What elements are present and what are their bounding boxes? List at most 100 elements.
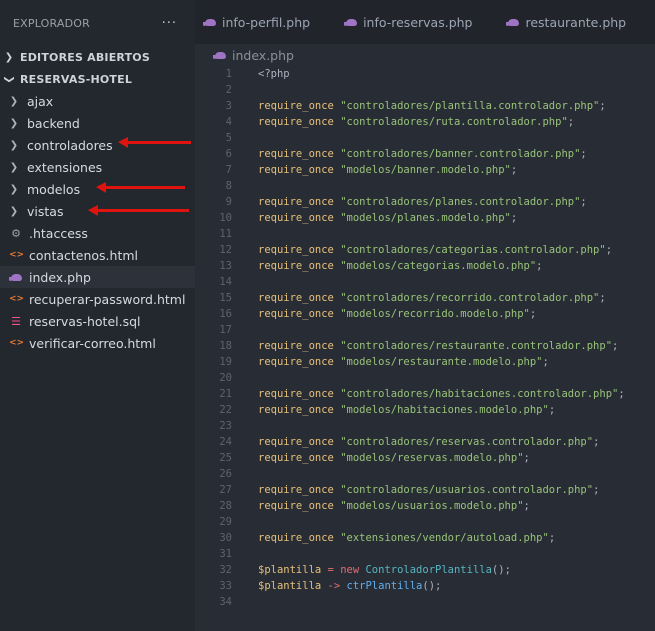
- chevron-right-icon: ❯: [9, 139, 19, 151]
- line-number: 25: [219, 452, 232, 464]
- code-token: require_once: [258, 452, 334, 464]
- code-token: "controladores/recorrido.controlador.php…: [340, 292, 600, 304]
- tree-item-label: .htaccess: [29, 225, 88, 241]
- code-token: require_once: [258, 500, 334, 512]
- chevron-right-icon: ❯: [9, 161, 19, 173]
- code-text: require_once "controladores/usuarios.con…: [258, 482, 599, 498]
- php-icon: [203, 18, 216, 26]
- line-number: 19: [219, 356, 232, 368]
- code-token: "controladores/reservas.controlador.php": [340, 436, 594, 448]
- line-number: 23: [219, 420, 232, 432]
- editor-area: info-perfil.php info-reservas.php restau…: [195, 0, 655, 631]
- line-number: 1: [225, 68, 232, 80]
- code-text: require_once "controladores/categorias.c…: [258, 242, 612, 258]
- line-number: 16: [219, 308, 232, 320]
- line-number: 5: [225, 132, 232, 144]
- line-number: 15: [219, 292, 232, 304]
- code-token: ;: [593, 436, 600, 448]
- code-line: 31: [195, 546, 655, 562]
- code-token: $plantilla: [258, 564, 322, 576]
- code-line: 22 require_once "modelos/habitaciones.mod…: [195, 402, 655, 418]
- file-item[interactable]: <> verificar-correo.html: [0, 332, 195, 354]
- folder-item[interactable]: ❯ ajax: [0, 90, 195, 112]
- code-line: 15 require_once "controladores/recorrido.…: [195, 290, 655, 306]
- more-actions-icon[interactable]: ···: [162, 16, 177, 31]
- tab-label: info-reservas.php: [363, 14, 473, 30]
- file-item[interactable]: ☰ reservas-hotel.sql: [0, 310, 195, 332]
- project-label: RESERVAS-HOTEL: [20, 72, 133, 86]
- code-token: ;: [605, 244, 613, 256]
- file-item[interactable]: <> contactenos.html: [0, 244, 195, 266]
- tab-label: info-perfil.php: [222, 14, 311, 30]
- line-number: 21: [219, 388, 232, 400]
- php-icon: [344, 18, 358, 26]
- line-number: 13: [219, 260, 232, 272]
- tab-restaurante[interactable]: restaurante.php: [506, 15, 626, 30]
- folder-item[interactable]: ❯ backend: [0, 112, 195, 134]
- folder-item[interactable]: ❯ extensiones: [0, 156, 195, 178]
- tree-item-label: verificar-correo.html: [29, 335, 156, 351]
- project-section[interactable]: ❯ RESERVAS-HOTEL: [0, 68, 195, 90]
- line-number: 31: [219, 548, 232, 560]
- code-text: require_once "modelos/banner.modelo.php"…: [258, 162, 517, 178]
- code-text: $plantilla = new ControladorPlantilla();: [258, 562, 511, 578]
- line-number: 30: [219, 532, 232, 544]
- code-text: require_once "controladores/reservas.con…: [258, 434, 599, 450]
- line-number: 20: [219, 372, 232, 384]
- code-token: require_once: [258, 260, 334, 272]
- code-text: require_once "modelos/usuarios.modelo.ph…: [258, 498, 530, 514]
- code-token: require_once: [258, 404, 334, 416]
- code-token: ctrPlantilla: [346, 580, 423, 592]
- line-number: 3: [225, 100, 232, 112]
- code-line: 29: [195, 514, 655, 530]
- code-token: require_once: [258, 196, 334, 208]
- code-line: 1 <?php: [195, 66, 655, 82]
- code-text: require_once "modelos/restaurante.modelo…: [258, 354, 549, 370]
- tree-item-label: recuperar-password.html: [29, 291, 186, 307]
- breadcrumb[interactable]: index.php: [195, 44, 655, 66]
- tab-info-perfil[interactable]: info-perfil.php: [203, 14, 311, 30]
- tree-item-label: contactenos.html: [29, 247, 138, 263]
- line-number: 24: [219, 436, 232, 448]
- code-text: require_once "controladores/restaurante.…: [258, 338, 618, 354]
- folder-item[interactable]: ❯ controladores: [0, 134, 195, 156]
- code-line: 4 require_once "controladores/ruta.contro…: [195, 114, 655, 130]
- chevron-right-icon: ❯: [9, 205, 19, 217]
- code-text: require_once "modelos/categorias.modelo.…: [258, 258, 542, 274]
- annotation-arrow-modelos: [96, 182, 185, 193]
- code-token: new: [340, 564, 366, 576]
- code-token: ;: [536, 260, 543, 272]
- code-line: 11: [195, 226, 655, 242]
- code-token: "extensiones/vendor/autoload.php": [340, 532, 549, 544]
- code-token: ;: [612, 340, 619, 352]
- line-number: 34: [219, 596, 232, 608]
- code-token: require_once: [258, 308, 334, 320]
- code-text: require_once "controladores/habitaciones…: [258, 386, 625, 402]
- code-line: 32 $plantilla = new ControladorPlantilla(…: [195, 562, 655, 578]
- code-token: require_once: [258, 164, 334, 176]
- file-item[interactable]: index.php: [0, 266, 195, 288]
- file-item[interactable]: ⚙ .htaccess: [0, 222, 195, 244]
- code-text: require_once "controladores/plantilla.co…: [258, 98, 606, 114]
- code-token: require_once: [258, 148, 334, 160]
- code-editor[interactable]: 1 <?php 2 3 require_once "controladores/plan…: [195, 66, 655, 610]
- tab-info-reservas[interactable]: info-reservas.php: [344, 14, 473, 30]
- code-line: 9 require_once "controladores/planes.cont…: [195, 194, 655, 210]
- open-editors-section[interactable]: ❯ EDITORES ABIERTOS: [0, 46, 195, 68]
- tree-item-label: ajax: [27, 93, 54, 109]
- code-text: require_once "controladores/banner.contr…: [258, 146, 587, 162]
- annotation-arrow-controladores: [118, 137, 191, 148]
- html-file-icon: <>: [9, 294, 25, 304]
- chevron-down-icon: ❯: [3, 74, 15, 84]
- explorer-title: EXPLORADOR: [13, 16, 91, 30]
- tree-item-label: reservas-hotel.sql: [29, 313, 141, 329]
- php-icon: [8, 271, 23, 284]
- code-token: require_once: [258, 292, 334, 304]
- code-token: "controladores/planes.controlador.php": [340, 196, 581, 208]
- code-line: 6 require_once "controladores/banner.cont…: [195, 146, 655, 162]
- code-token: "controladores/categorias.controlador.ph…: [340, 244, 606, 256]
- code-token: require_once: [258, 484, 334, 496]
- file-item[interactable]: <> recuperar-password.html: [0, 288, 195, 310]
- code-token: ;: [510, 212, 518, 224]
- html-file-icon: <>: [9, 338, 25, 348]
